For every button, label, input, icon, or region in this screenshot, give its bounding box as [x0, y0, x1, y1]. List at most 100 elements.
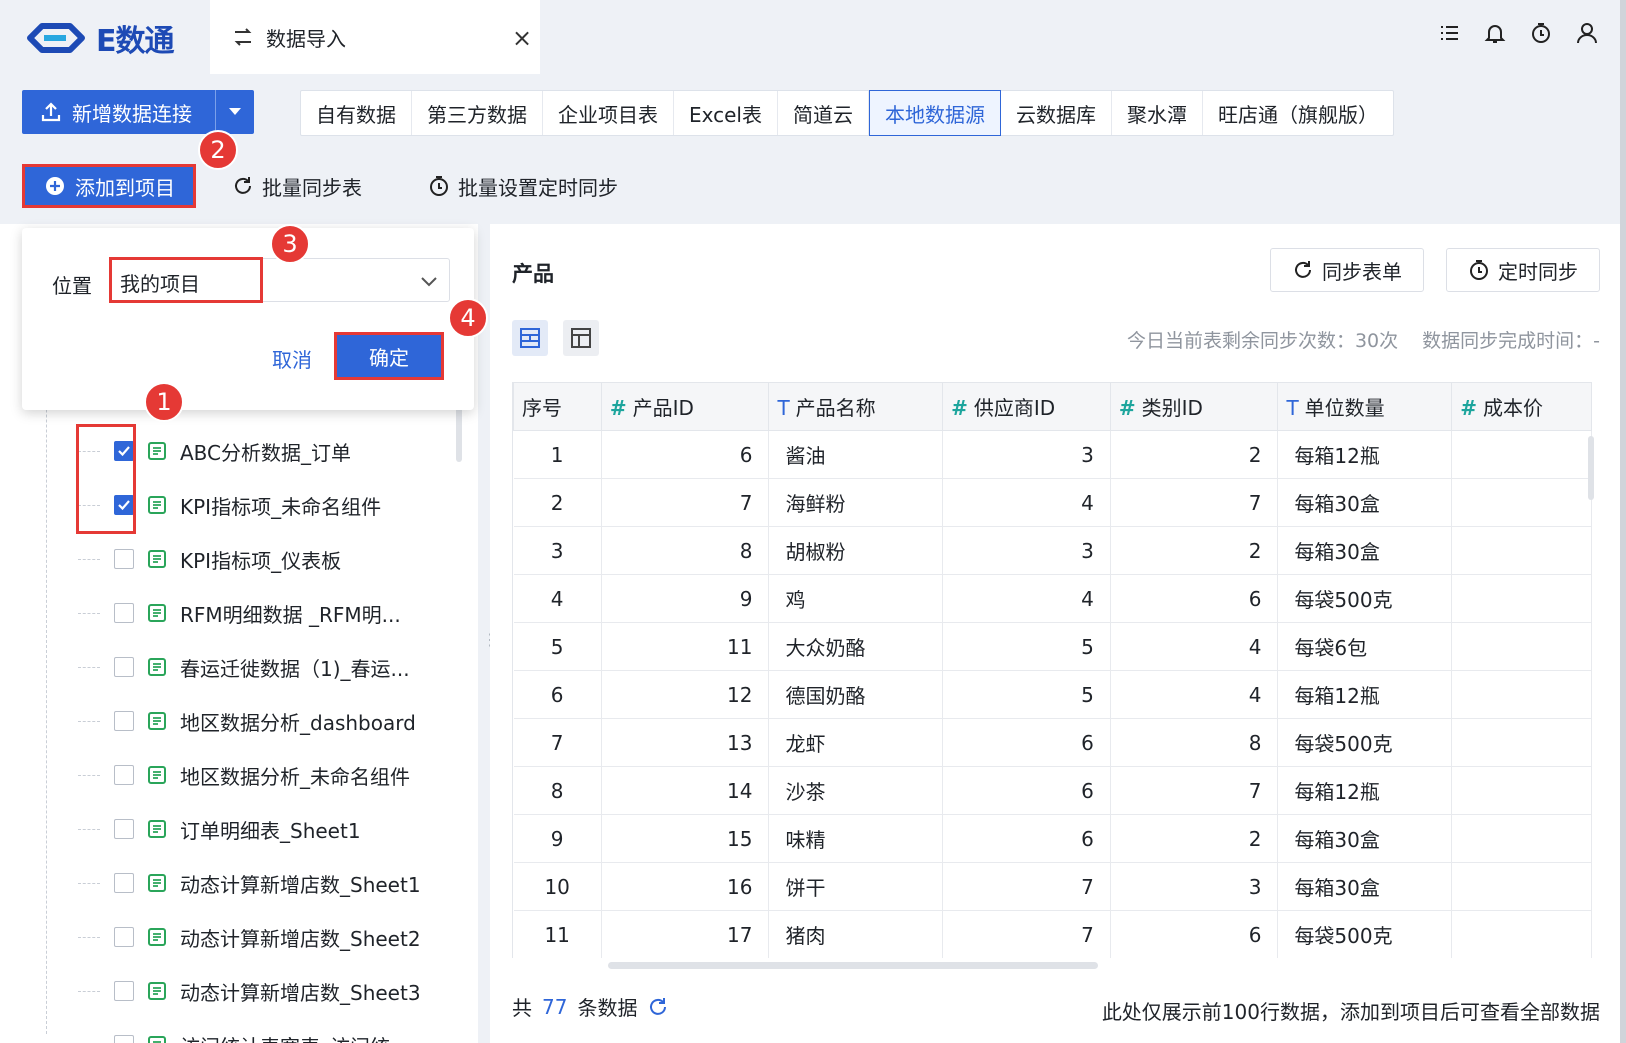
table-cell: 胡椒粉	[768, 526, 944, 575]
chevron-down-icon	[419, 271, 439, 291]
app-logo[interactable]: E数通	[26, 18, 174, 59]
sync-form-button[interactable]: 同步表单	[1270, 248, 1424, 292]
file-checkbox[interactable]	[114, 981, 134, 1001]
column-label: 单位数量	[1304, 396, 1385, 420]
file-list-item[interactable]: 订单明细表_Sheet1	[78, 802, 468, 856]
new-connection-dropdown[interactable]	[215, 90, 253, 134]
table-vertical-scrollbar[interactable]	[1588, 436, 1594, 500]
table-cell: 11	[513, 910, 602, 958]
table-cell	[1451, 670, 1592, 719]
step-badge-1: 1	[144, 382, 184, 422]
table-view-icon	[570, 327, 592, 349]
position-select[interactable]: 我的项目	[109, 257, 450, 303]
timer-icon[interactable]	[1530, 22, 1552, 44]
file-list-item[interactable]: KPI指标项_未命名组件	[78, 478, 468, 532]
table-cell: 13	[601, 718, 770, 767]
tree-connector	[78, 828, 100, 830]
file-checkbox[interactable]	[114, 765, 134, 785]
table-cell: 3	[942, 526, 1111, 575]
table-cell: 3	[513, 526, 602, 575]
column-label: 序号	[522, 396, 562, 420]
source-tab[interactable]: 企业项目表	[543, 91, 674, 135]
user-icon[interactable]	[1576, 22, 1598, 44]
add-to-project-button[interactable]: 添加到项目	[22, 164, 196, 208]
column-header[interactable]: # 供应商ID	[942, 382, 1111, 431]
table-row[interactable]: 3 8 胡椒粉 3 2 每箱30盒	[513, 526, 1592, 575]
table-row[interactable]: 6 12 德国奶酪 5 4 每箱12瓶	[513, 670, 1592, 719]
table-row[interactable]: 8 14 沙茶 6 7 每箱12瓶	[513, 766, 1592, 815]
panel-splitter[interactable]: ⋮	[482, 630, 498, 650]
position-value: 我的项目	[109, 257, 263, 303]
file-checkbox[interactable]	[114, 819, 134, 839]
file-list-item[interactable]: 动态计算新增店数_Sheet2	[78, 910, 468, 964]
row-count-suffix: 条数据	[577, 996, 638, 1020]
source-tab[interactable]: 旺店通（旗舰版）	[1203, 91, 1393, 135]
column-header[interactable]: T 产品名称	[768, 382, 944, 431]
file-list-item[interactable]: ABC分析数据_订单	[78, 424, 468, 478]
column-header[interactable]: 序号	[513, 382, 602, 431]
file-list-item[interactable]: 动态计算新增店数_Sheet1	[78, 856, 468, 910]
file-checkbox[interactable]	[114, 927, 134, 947]
table-cell: 4	[513, 574, 602, 623]
file-list-item[interactable]: 动态计算新增店数_Sheet3	[78, 964, 468, 1018]
table-cell: 2	[1110, 526, 1279, 575]
close-tab-icon[interactable]: ×	[512, 24, 532, 52]
timer-sync-button[interactable]: 定时同步	[1446, 248, 1600, 292]
file-name: 动态计算新增店数_Sheet2	[180, 926, 421, 951]
table-cell: 5	[942, 670, 1111, 719]
column-header[interactable]: # 成本价	[1451, 382, 1592, 431]
table-row[interactable]: 11 17 猪肉 7 6 每袋500克	[513, 910, 1592, 958]
table-row[interactable]: 2 7 海鲜粉 4 7 每箱30盒	[513, 478, 1592, 527]
file-checkbox[interactable]	[114, 1035, 134, 1043]
source-tab[interactable]: 第三方数据	[412, 91, 543, 135]
table-row[interactable]: 7 13 龙虾 6 8 每袋500克	[513, 718, 1592, 767]
sync-info: 今日当前表剩余同步次数：30次 数据同步完成时间：-	[1127, 326, 1600, 353]
file-list-item[interactable]: 春运迁徙数据（1)_春运...	[78, 640, 468, 694]
top-right-actions	[1438, 22, 1598, 44]
file-list-item[interactable]: RFM明细数据 _RFM明...	[78, 586, 468, 640]
file-checkbox[interactable]	[114, 549, 134, 569]
table-view-toggle[interactable]	[563, 320, 599, 356]
table-row[interactable]: 9 15 味精 6 2 每箱30盒	[513, 814, 1592, 863]
column-header[interactable]: # 产品ID	[600, 382, 770, 431]
table-row[interactable]: 5 11 大众奶酪 5 4 每袋6包	[513, 622, 1592, 671]
cancel-button[interactable]: 取消	[272, 344, 312, 373]
tree-connector	[78, 720, 100, 722]
file-checkbox[interactable]	[114, 657, 134, 677]
table-cell: 8	[601, 526, 770, 575]
file-list-item[interactable]: 访问统计表宽表_访问统...	[78, 1018, 468, 1043]
file-list-item[interactable]: 地区数据分析_未命名组件	[78, 748, 468, 802]
table-horizontal-scrollbar[interactable]	[608, 962, 1098, 969]
column-header[interactable]: # 类别ID	[1109, 382, 1279, 431]
file-checkbox[interactable]	[114, 603, 134, 623]
step-badge-4: 4	[448, 298, 488, 338]
file-checkbox[interactable]	[114, 711, 134, 731]
table-row[interactable]: 10 16 饼干 7 3 每箱30盒	[513, 862, 1592, 911]
file-list-item[interactable]: 地区数据分析_dashboard	[78, 694, 468, 748]
tab-data-import[interactable]: 数据导入	[210, 0, 540, 74]
file-list-item[interactable]: KPI指标项_仪表板	[78, 532, 468, 586]
table-cell	[1451, 574, 1592, 623]
refresh-icon[interactable]	[647, 996, 669, 1018]
source-tab[interactable]: 聚水潭	[1112, 91, 1203, 135]
new-connection-button[interactable]: 新增数据连接	[22, 90, 215, 134]
file-name: 订单明细表_Sheet1	[180, 818, 361, 843]
table-row[interactable]: 1 6 酱油 3 2 每箱12瓶	[513, 430, 1592, 479]
batch-sync-button[interactable]: 批量同步表	[232, 164, 362, 208]
table-cell	[1451, 814, 1592, 863]
source-tab[interactable]: 自有数据	[301, 91, 412, 135]
file-checkbox[interactable]	[114, 873, 134, 893]
source-tab[interactable]: Excel表	[674, 91, 778, 135]
batch-timer-button[interactable]: 批量设置定时同步	[428, 164, 618, 208]
column-header[interactable]: T 单位数量	[1277, 382, 1453, 431]
task-list-icon[interactable]	[1438, 22, 1460, 44]
refresh-icon	[1292, 259, 1314, 281]
card-view-toggle[interactable]	[512, 320, 548, 356]
confirm-button[interactable]: 确定	[334, 332, 444, 380]
source-tab[interactable]: 简道云	[778, 91, 869, 135]
source-tab[interactable]: 云数据库	[1001, 91, 1112, 135]
table-row[interactable]: 4 9 鸡 4 6 每袋500克	[513, 574, 1592, 623]
bell-icon[interactable]	[1484, 22, 1506, 44]
source-tab[interactable]: 本地数据源	[868, 90, 1001, 136]
spreadsheet-icon	[148, 550, 166, 568]
